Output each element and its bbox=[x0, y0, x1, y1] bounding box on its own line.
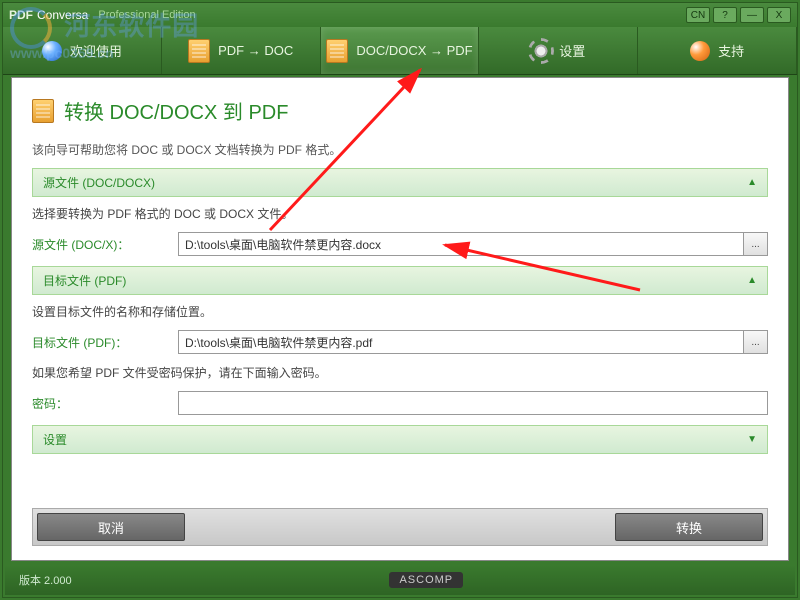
app-window: PDF Conversa Professional Edition CN ? —… bbox=[2, 2, 798, 598]
title-part2: Conversa bbox=[37, 8, 88, 22]
title-part1: PDF bbox=[9, 8, 33, 22]
page-heading-text: 转换 DOC/DOCX 到 PDF bbox=[64, 96, 288, 125]
tab-label: 支持 bbox=[718, 41, 744, 60]
tab-doc-to-pdf[interactable]: DOC/DOCX → PDF bbox=[321, 27, 480, 74]
target-file-label: 目标文件 (PDF)： bbox=[32, 334, 168, 351]
password-row: 密码： bbox=[32, 391, 768, 415]
status-bar: 版本 2.000 ASCOMP bbox=[5, 565, 795, 595]
gear-icon bbox=[531, 41, 551, 61]
target-section-header[interactable]: 目标文件 (PDF) ▲ bbox=[32, 266, 768, 295]
source-file-label: 源文件 (DOC/X)： bbox=[32, 236, 168, 253]
source-section-header[interactable]: 源文件 (DOC/DOCX) ▲ bbox=[32, 168, 768, 197]
tab-support[interactable]: 支持 bbox=[638, 27, 797, 74]
tab-label: DOC/DOCX → PDF bbox=[356, 43, 472, 58]
settings-section-header[interactable]: 设置 ▼ bbox=[32, 425, 768, 454]
target-desc: 设置目标文件的名称和存储位置。 bbox=[32, 303, 768, 320]
source-file-input[interactable] bbox=[178, 232, 744, 256]
titlebar: PDF Conversa Professional Edition CN ? —… bbox=[3, 3, 797, 27]
language-button[interactable]: CN bbox=[686, 7, 710, 23]
browse-source-button[interactable]: ... bbox=[744, 232, 768, 256]
document-icon bbox=[188, 39, 210, 63]
chevron-up-icon: ▲ bbox=[747, 177, 757, 188]
cancel-button[interactable]: 取消 bbox=[37, 513, 185, 541]
tab-welcome[interactable]: 欢迎使用 bbox=[3, 27, 162, 74]
section-title: 源文件 (DOC/DOCX) bbox=[43, 174, 155, 191]
tab-settings[interactable]: 设置 bbox=[479, 27, 638, 74]
app-title: PDF Conversa Professional Edition bbox=[9, 8, 686, 22]
globe-icon bbox=[42, 41, 62, 61]
version-text: 版本 2.000 bbox=[19, 572, 72, 588]
source-section-body: 选择要转换为 PDF 格式的 DOC 或 DOCX 文件。 源文件 (DOC/X… bbox=[32, 205, 768, 256]
tab-pdf-to-doc[interactable]: PDF → DOC bbox=[162, 27, 321, 74]
tab-label: 欢迎使用 bbox=[70, 41, 122, 60]
chevron-down-icon: ▼ bbox=[747, 434, 757, 445]
target-file-input[interactable] bbox=[178, 330, 744, 354]
chevron-up-icon: ▲ bbox=[747, 275, 757, 286]
document-icon bbox=[326, 39, 348, 63]
help-button[interactable]: ? bbox=[713, 7, 737, 23]
main-panel: 转换 DOC/DOCX 到 PDF 该向导可帮助您将 DOC 或 DOCX 文档… bbox=[11, 77, 789, 561]
tab-bar: 欢迎使用 PDF → DOC DOC/DOCX → PDF 设置 支持 bbox=[3, 27, 797, 75]
password-desc: 如果您希望 PDF 文件受密码保护，请在下面输入密码。 bbox=[32, 364, 768, 381]
section-title: 目标文件 (PDF) bbox=[43, 272, 126, 289]
minimize-button[interactable]: — bbox=[740, 7, 764, 23]
source-file-row: 源文件 (DOC/X)： ... bbox=[32, 232, 768, 256]
window-controls: CN ? — X bbox=[686, 7, 791, 23]
browse-target-button[interactable]: ... bbox=[744, 330, 768, 354]
section-title: 设置 bbox=[43, 431, 67, 448]
document-icon bbox=[32, 99, 54, 123]
lifebuoy-icon bbox=[690, 41, 710, 61]
title-edition: Professional Edition bbox=[98, 9, 195, 21]
target-section-body: 设置目标文件的名称和存储位置。 目标文件 (PDF)： ... 如果您希望 PD… bbox=[32, 303, 768, 415]
brand-badge: ASCOMP bbox=[389, 572, 463, 588]
target-file-row: 目标文件 (PDF)： ... bbox=[32, 330, 768, 354]
close-button[interactable]: X bbox=[767, 7, 791, 23]
page-help-text: 该向导可帮助您将 DOC 或 DOCX 文档转换为 PDF 格式。 bbox=[32, 141, 768, 158]
tab-label: 设置 bbox=[559, 41, 585, 60]
password-input[interactable] bbox=[178, 391, 768, 415]
password-label: 密码： bbox=[32, 395, 168, 412]
page-title: 转换 DOC/DOCX 到 PDF bbox=[32, 96, 768, 125]
convert-button[interactable]: 转换 bbox=[615, 513, 763, 541]
tab-label: PDF → DOC bbox=[218, 43, 293, 58]
source-desc: 选择要转换为 PDF 格式的 DOC 或 DOCX 文件。 bbox=[32, 205, 768, 222]
button-bar: 取消 转换 bbox=[32, 508, 768, 546]
